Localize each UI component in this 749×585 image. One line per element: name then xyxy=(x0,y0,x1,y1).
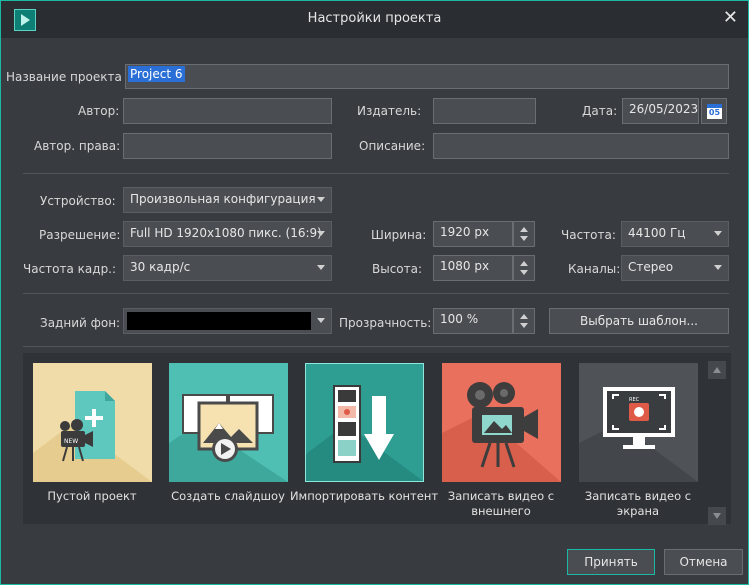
resolution-value: Full HD 1920x1080 пикс. (16:9) xyxy=(130,226,322,240)
opacity-stepper[interactable] xyxy=(513,308,535,334)
scroll-up-icon[interactable] xyxy=(708,361,726,379)
project-templates-panel: NEW Пустой проект Создать слайдшоу Импор… xyxy=(23,353,731,524)
height-field[interactable]: 1080 px xyxy=(433,255,513,281)
copyright-field[interactable] xyxy=(123,133,332,159)
tile-label-create-slideshow[interactable]: Создать слайдшоу xyxy=(153,489,303,504)
arrow-down-icon[interactable] xyxy=(520,323,528,328)
framerate-select[interactable]: 30 кадр/с xyxy=(123,255,332,281)
arrow-down-icon[interactable] xyxy=(520,236,528,241)
title-bar: Настройки проекта ✕ xyxy=(1,1,748,38)
opacity-label: Прозрачность: xyxy=(339,316,432,330)
date-label: Дата: xyxy=(582,104,618,118)
arrow-up-icon[interactable] xyxy=(520,261,528,266)
project-name-label: Название проекта xyxy=(6,70,122,84)
new-project-icon: NEW xyxy=(33,363,152,482)
screen-record-icon: REC xyxy=(579,363,698,482)
tile-label-empty-project[interactable]: Пустой проект xyxy=(17,489,167,504)
date-field[interactable]: 26/05/2023 xyxy=(622,98,699,124)
author-field[interactable] xyxy=(123,98,332,124)
chevron-down-icon xyxy=(317,318,325,323)
calendar-button[interactable]: 05 xyxy=(701,98,727,124)
accept-button[interactable]: Принять xyxy=(567,549,655,575)
tile-label-record-screen[interactable]: Записать видео с экрана xyxy=(563,489,713,519)
description-label: Описание: xyxy=(359,139,426,153)
resolution-select[interactable]: Full HD 1920x1080 пикс. (16:9) xyxy=(123,221,332,247)
channels-select[interactable]: Стерео xyxy=(621,255,729,281)
scroll-down-icon[interactable] xyxy=(708,507,726,525)
calendar-icon: 05 xyxy=(707,104,722,119)
height-label: Высота: xyxy=(372,262,423,276)
tile-import-content[interactable] xyxy=(305,363,424,482)
chevron-down-icon xyxy=(317,231,325,236)
arrow-up-icon[interactable] xyxy=(520,227,528,232)
chevron-down-icon xyxy=(714,265,722,270)
frequency-value: 44100 Гц xyxy=(628,226,686,240)
author-label: Автор: xyxy=(78,104,120,118)
separator xyxy=(23,173,729,174)
video-camera-icon xyxy=(442,363,561,482)
close-icon[interactable]: ✕ xyxy=(723,8,738,28)
choose-template-button[interactable]: Выбрать шаблон... xyxy=(549,308,729,334)
slideshow-icon xyxy=(169,363,288,482)
width-field[interactable]: 1920 px xyxy=(433,221,513,247)
project-name-value: Project 6 xyxy=(128,66,185,82)
arrow-up-icon[interactable] xyxy=(520,314,528,319)
height-stepper[interactable] xyxy=(513,255,535,281)
chevron-down-icon xyxy=(714,231,722,236)
width-stepper[interactable] xyxy=(513,221,535,247)
separator xyxy=(23,346,729,347)
arrow-down-icon[interactable] xyxy=(520,270,528,275)
tile-label-import-content[interactable]: Импортировать контент xyxy=(289,489,439,504)
copyright-label: Автор. права: xyxy=(34,139,121,153)
cancel-button[interactable]: Отмена xyxy=(664,549,743,575)
channels-value: Стерео xyxy=(628,260,674,274)
frequency-label: Частота: xyxy=(561,228,616,242)
channels-label: Каналы: xyxy=(568,262,621,276)
rec-badge: REC xyxy=(629,397,640,403)
width-label: Ширина: xyxy=(371,228,427,242)
device-label: Устройство: xyxy=(40,194,116,208)
new-badge: NEW xyxy=(64,438,78,445)
tile-create-slideshow[interactable] xyxy=(169,363,288,482)
tile-empty-project[interactable]: NEW xyxy=(33,363,152,482)
opacity-field[interactable]: 100 % xyxy=(433,308,513,334)
device-value: Произвольная конфигурация xyxy=(130,192,316,206)
import-content-icon xyxy=(306,364,423,481)
separator xyxy=(23,293,729,294)
project-settings-dialog: Настройки проекта ✕ Название проекта Pro… xyxy=(0,0,749,585)
device-select[interactable]: Произвольная конфигурация xyxy=(123,187,332,213)
description-field[interactable] xyxy=(433,133,729,159)
frequency-select[interactable]: 44100 Гц xyxy=(621,221,729,247)
dialog-title: Настройки проекта xyxy=(307,11,442,26)
publisher-field[interactable] xyxy=(433,98,536,124)
tile-record-screen[interactable]: REC xyxy=(579,363,698,482)
tile-record-external-video[interactable] xyxy=(442,363,561,482)
tiles-scrollbar[interactable] xyxy=(708,361,726,525)
tile-label-record-external-video[interactable]: Записать видео с внешнего xyxy=(426,489,576,519)
project-name-field[interactable]: Project 6 xyxy=(125,64,729,89)
framerate-value: 30 кадр/с xyxy=(130,260,191,274)
chevron-down-icon xyxy=(317,197,325,202)
framerate-label: Частота кадр.: xyxy=(23,262,117,276)
resolution-label: Разрешение: xyxy=(39,228,121,242)
background-color-swatch xyxy=(127,312,311,330)
background-color-select[interactable] xyxy=(123,308,332,334)
background-label: Задний фон: xyxy=(40,316,121,330)
chevron-down-icon xyxy=(317,265,325,270)
publisher-label: Издатель: xyxy=(357,104,422,118)
